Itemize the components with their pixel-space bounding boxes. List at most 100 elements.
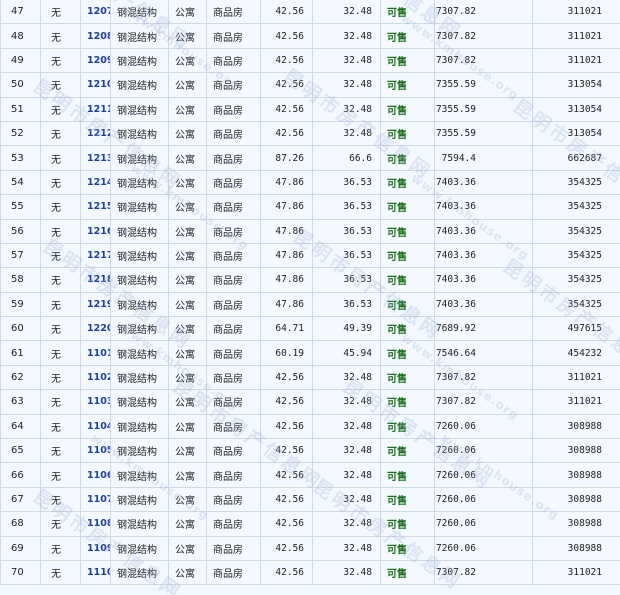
table-row: 57无 1217钢混结构公寓商品房47.8636.53可售7403.3635432… — [0, 242, 620, 269]
usage-cell: 公寓 — [168, 242, 207, 269]
total-price-cell: 662687 — [532, 145, 620, 171]
sale-status-cell: 可售 — [380, 559, 435, 586]
row-index: 51 — [0, 96, 41, 122]
unit-price-cell: 7307.82 — [434, 47, 533, 74]
row-index: 67 — [0, 486, 41, 513]
table-row: 58无 1218钢混结构公寓商品房47.8636.53可售7403.3635432… — [0, 267, 620, 293]
usage-cell: 公寓 — [168, 438, 207, 464]
room-number-link[interactable]: 1210 — [87, 79, 110, 90]
usage-cell: 公寓 — [168, 340, 207, 366]
room-number-link[interactable]: 1218 — [87, 274, 110, 285]
floor-cell: 无 — [40, 291, 81, 318]
table-row: 66无 1106钢混结构公寓商品房42.5632.48可售7260.0630898… — [0, 462, 620, 488]
table-row: 67无 1107钢混结构公寓商品房42.5632.48可售7260.0630898… — [0, 486, 620, 513]
total-price-cell: 308988 — [532, 462, 620, 488]
sale-status-cell: 可售 — [380, 72, 435, 98]
room-number-link[interactable]: 1217 — [87, 250, 110, 261]
property-type-cell: 商品房 — [206, 23, 261, 49]
table-row: 50无 1210钢混结构公寓商品房42.5632.48可售7355.5931305… — [0, 72, 620, 98]
room-number-link[interactable]: 1104 — [87, 421, 110, 432]
room-number-link[interactable]: 1215 — [87, 201, 110, 212]
property-type-cell: 商品房 — [206, 486, 261, 513]
room-number-link[interactable]: 1212 — [87, 128, 110, 139]
floor-cell: 无 — [40, 23, 81, 49]
room-number-link: 1210 — [80, 72, 111, 98]
property-type-cell: 商品房 — [206, 47, 261, 74]
structure-cell: 钢混结构 — [110, 23, 169, 49]
room-number-link[interactable]: 1220 — [87, 323, 110, 334]
unit-price-cell: 7260.06 — [434, 438, 533, 464]
room-number-link[interactable]: 1209 — [87, 55, 110, 66]
unit-price-cell: 7260.06 — [434, 486, 533, 513]
table-row: 56无 1216钢混结构公寓商品房47.8636.53可售7403.3635432… — [0, 218, 620, 244]
total-price-cell: 454232 — [532, 340, 620, 366]
inner-area-cell: 32.48 — [312, 413, 381, 440]
total-price-cell: 313054 — [532, 120, 620, 147]
building-area-cell: 42.56 — [260, 47, 313, 74]
total-price-cell: 308988 — [532, 486, 620, 513]
sale-status-cell: 可售 — [380, 0, 435, 25]
room-number-link[interactable]: 1213 — [87, 153, 110, 164]
room-number-link[interactable]: 1109 — [87, 543, 110, 554]
row-index: 70 — [0, 559, 41, 586]
building-area-cell: 87.26 — [260, 145, 313, 171]
structure-cell: 钢混结构 — [110, 462, 169, 488]
room-number-link[interactable]: 1207 — [87, 6, 110, 17]
unit-price-cell: 7307.82 — [434, 389, 533, 415]
building-area-cell: 47.86 — [260, 194, 313, 220]
unit-price-cell: 7260.06 — [434, 462, 533, 488]
inner-area-cell: 36.53 — [312, 242, 381, 269]
room-number-link[interactable]: 1101 — [87, 348, 110, 359]
room-number-link[interactable]: 1211 — [87, 104, 110, 115]
inner-area-cell: 36.53 — [312, 218, 381, 244]
total-price-cell: 354325 — [532, 194, 620, 220]
room-number-link[interactable]: 1219 — [87, 299, 110, 310]
row-index: 64 — [0, 413, 41, 440]
floor-cell: 无 — [40, 340, 81, 366]
usage-cell: 公寓 — [168, 194, 207, 220]
room-number-link: 1209 — [80, 47, 111, 74]
table-row: 55无 1215钢混结构公寓商品房47.8636.53可售7403.3635432… — [0, 194, 620, 220]
unit-price-cell: 7355.59 — [434, 120, 533, 147]
room-number-link: 1211 — [80, 96, 111, 122]
property-type-cell: 商品房 — [206, 559, 261, 586]
room-number-link[interactable]: 1103 — [87, 396, 110, 407]
floor-cell: 无 — [40, 194, 81, 220]
table-row: 53无 1213钢混结构公寓商品房87.2666.6可售7594.4662687 — [0, 145, 620, 171]
floor-cell: 无 — [40, 511, 81, 537]
floor-cell: 无 — [40, 242, 81, 269]
room-number-link[interactable]: 1208 — [87, 31, 110, 42]
property-type-cell: 商品房 — [206, 438, 261, 464]
total-price-cell: 308988 — [532, 535, 620, 561]
structure-cell: 钢混结构 — [110, 559, 169, 586]
floor-cell: 无 — [40, 389, 81, 415]
row-index: 56 — [0, 218, 41, 244]
table-body: 47无1207钢混结构公寓商品房42.5632.48可售7307.8231102… — [0, 0, 620, 586]
table-row: 60无 1220钢混结构公寓商品房64.7149.39可售7689.9249761… — [0, 316, 620, 342]
building-area-cell: 42.56 — [260, 462, 313, 488]
row-index: 52 — [0, 120, 41, 147]
floor-cell: 无 — [40, 145, 81, 171]
building-area-cell: 42.56 — [260, 72, 313, 98]
structure-cell: 钢混结构 — [110, 267, 169, 293]
property-type-cell: 商品房 — [206, 242, 261, 269]
table-row: 47无 1207钢混结构公寓商品房42.5632.48可售7307.8231102… — [0, 0, 620, 25]
building-area-cell: 47.86 — [260, 242, 313, 269]
structure-cell: 钢混结构 — [110, 218, 169, 244]
table-row: 59无 1219钢混结构公寓商品房47.8636.53可售7403.3635432… — [0, 291, 620, 318]
table-row: 63无 1103钢混结构公寓商品房42.5632.48可售7307.8231102… — [0, 389, 620, 415]
unit-price-cell: 7546.64 — [434, 340, 533, 366]
floor-cell: 无 — [40, 486, 81, 513]
room-number-link[interactable]: 1214 — [87, 177, 110, 188]
room-number-link[interactable]: 1108 — [87, 518, 110, 529]
sale-status-cell: 可售 — [380, 120, 435, 147]
room-number-link[interactable]: 1107 — [87, 494, 110, 505]
room-number-link[interactable]: 1102 — [87, 372, 110, 383]
room-number-link[interactable]: 1110 — [87, 567, 110, 578]
room-number-link[interactable]: 1216 — [87, 226, 110, 237]
room-number-link[interactable]: 1105 — [87, 445, 110, 456]
sale-status-cell: 可售 — [380, 23, 435, 49]
building-area-cell: 42.56 — [260, 120, 313, 147]
room-number-link[interactable]: 1106 — [87, 470, 110, 481]
total-price-cell: 313054 — [532, 96, 620, 122]
